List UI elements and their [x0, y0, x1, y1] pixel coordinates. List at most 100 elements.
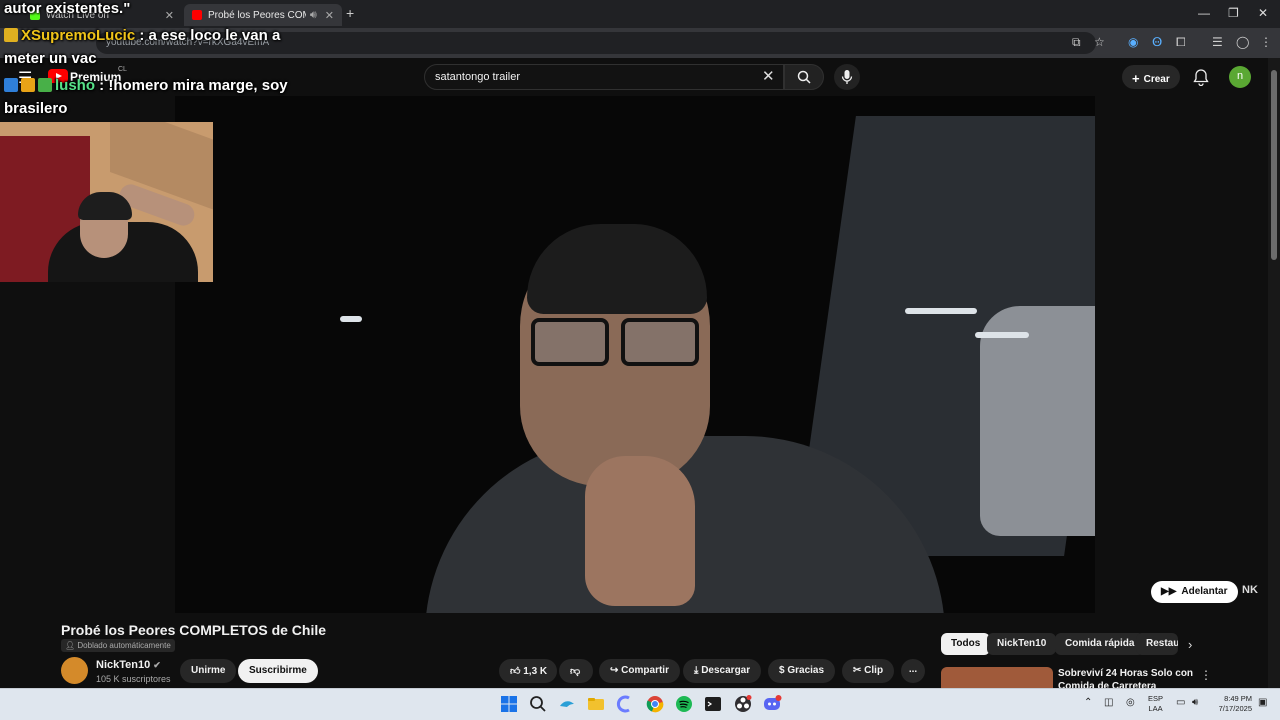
notifications-bell-icon[interactable]: [1193, 68, 1209, 86]
extensions-puzzle-icon[interactable]: ⧠: [1176, 35, 1186, 50]
subscriber-count: 105 K suscriptores: [96, 674, 171, 684]
subscribe-button[interactable]: Suscribirme: [238, 659, 318, 683]
chip-todos[interactable]: Todos: [941, 633, 991, 655]
translate-extension-icon[interactable]: Ꙫ: [1152, 35, 1162, 49]
dolphin-app-icon[interactable]: [557, 694, 577, 714]
dislike-button[interactable]: 👎︎: [559, 659, 593, 683]
tray-chevron-up-icon[interactable]: ⌃: [1084, 697, 1092, 708]
create-button[interactable]: + Crear: [1122, 65, 1180, 89]
tray-microphone-icon[interactable]: ◎: [1126, 697, 1135, 708]
video-frame-light: [975, 332, 1029, 338]
clear-search-icon[interactable]: ✕: [762, 67, 775, 85]
close-tab-icon[interactable]: ✕: [325, 9, 334, 22]
browser-tab-youtube[interactable]: Probé los Peores COMPLETO 🔊︎ ✕: [184, 4, 342, 26]
chip-nickten10[interactable]: NickTen10: [987, 633, 1057, 655]
close-tab-icon[interactable]: ✕: [165, 9, 174, 22]
crown-badge-icon: [4, 28, 18, 42]
browser-menu-icon[interactable]: ⋮: [1260, 35, 1272, 49]
chat-message: lusho : !homero mira marge, soy: [4, 77, 288, 94]
maximize-icon[interactable]: ❐: [1228, 6, 1239, 20]
search-button[interactable]: [784, 64, 824, 90]
notifications-icon[interactable]: ▣: [1258, 697, 1267, 708]
search-query: satantongo trailer: [435, 71, 520, 83]
join-button[interactable]: Unirme: [180, 659, 237, 683]
channel-avatar[interactable]: [61, 657, 88, 684]
video-frame-hand: [585, 456, 695, 606]
cast-icon[interactable]: ⧉: [1072, 35, 1081, 50]
share-label: Compartir: [621, 665, 669, 676]
video-frame-glasses-left: [531, 318, 609, 366]
language-code: ESP: [1148, 694, 1164, 703]
file-explorer-icon[interactable]: [586, 694, 606, 714]
keyboard-layout: LAA: [1148, 704, 1163, 713]
channel-name[interactable]: NickTen10 ✔: [96, 659, 161, 671]
clip-button[interactable]: ✂ Clip: [842, 659, 895, 683]
page-scrollbar[interactable]: [1268, 58, 1280, 688]
chrome-icon[interactable]: [645, 694, 665, 714]
bookmark-star-icon[interactable]: ☆: [1094, 35, 1105, 49]
windows-start-icon[interactable]: [499, 694, 519, 714]
create-label: Crear: [1143, 74, 1170, 85]
download-button[interactable]: ⤓ Descargar: [683, 659, 762, 683]
new-tab-button[interactable]: +: [346, 5, 354, 21]
close-window-icon[interactable]: ✕: [1258, 6, 1268, 20]
tray-gamepad-icon[interactable]: ◫: [1104, 697, 1113, 708]
account-avatar[interactable]: n: [1229, 66, 1251, 88]
video-title: Probé los Peores COMPLETOS de Chile: [61, 622, 327, 638]
chat-message-fragment: autor existentes.": [4, 0, 131, 17]
speaker-icon[interactable]: 🔊︎: [310, 9, 317, 22]
search-input[interactable]: satantongo trailer: [424, 64, 784, 90]
share-button[interactable]: ↪ Compartir: [599, 659, 680, 683]
input-language-indicator[interactable]: ESP LAA: [1148, 694, 1163, 714]
video-frame-parked-car: [980, 306, 1095, 536]
skip-ahead-button[interactable]: ▶▶ Adelantar: [1151, 581, 1238, 603]
recommended-video-menu-icon[interactable]: ⋮: [1200, 668, 1212, 682]
spotify-icon[interactable]: [674, 694, 694, 714]
scissors-icon: ✂: [853, 665, 865, 676]
country-code: CL: [118, 66, 127, 73]
clip-label: Clip: [864, 665, 884, 676]
taskbar-search-icon[interactable]: [528, 694, 548, 714]
discord-icon[interactable]: [762, 694, 782, 714]
scrollbar-thumb[interactable]: [1271, 70, 1277, 260]
thanks-button[interactable]: $ Gracias: [768, 659, 836, 683]
chat-message: XSupremoLucic : a ese loco le van a: [4, 27, 280, 44]
reading-list-icon[interactable]: ☰: [1212, 35, 1223, 49]
copilot-icon[interactable]: [615, 694, 635, 714]
video-frame-beanie: [527, 224, 707, 314]
more-actions-button[interactable]: ...: [901, 659, 925, 683]
chat-username: XSupremoLucic: [21, 27, 136, 44]
thumbs-down-icon: 👎︎: [570, 666, 581, 677]
share-icon: ↪: [610, 665, 622, 676]
recommended-video-title[interactable]: Sobreviví 24 Horas Solo con Comida de Ca…: [1058, 667, 1198, 688]
channel-name-text: NickTen10: [96, 659, 151, 671]
streamer-webcam-overlay: [0, 122, 213, 282]
channel-watermark[interactable]: NK: [1242, 584, 1258, 596]
skip-ahead-label: Adelantar: [1181, 586, 1228, 597]
video-player[interactable]: [175, 96, 1095, 613]
obs-icon[interactable]: [733, 694, 753, 714]
chip-restaurantes[interactable]: Restau: [1136, 633, 1178, 655]
chat-message-continuation: brasilero: [4, 100, 68, 117]
recommended-video-thumbnail[interactable]: [941, 667, 1053, 689]
chip-comida-rapida[interactable]: Comida rápida: [1055, 633, 1145, 655]
tray-network-icon[interactable]: ▭: [1176, 697, 1185, 708]
voice-search-button[interactable]: [834, 64, 860, 90]
terminal-icon[interactable]: [703, 694, 723, 714]
youtube-favicon-icon: [192, 10, 202, 20]
video-frame-glasses-right: [621, 318, 699, 366]
video-frame-light: [905, 308, 977, 314]
profile-icon[interactable]: ◯: [1236, 35, 1249, 49]
minimize-icon[interactable]: —: [1198, 6, 1210, 20]
chat-message-continuation: meter un vac: [4, 50, 97, 67]
taskbar-clock[interactable]: 8:49 PM 7/17/2025: [1212, 694, 1252, 714]
chevron-right-icon[interactable]: ›: [1188, 637, 1192, 652]
like-button[interactable]: 👍︎ 1,3 K: [499, 659, 557, 683]
tab-title: Probé los Peores COMPLETO: [208, 9, 306, 21]
sub-badge-icon: [21, 78, 35, 92]
plus-icon: +: [1132, 71, 1140, 86]
verified-check-icon: ✔: [153, 660, 161, 670]
dubbed-badge: 👤︎ Doblado automáticamente: [61, 639, 175, 652]
extension-icon[interactable]: ◉: [1128, 35, 1138, 49]
tray-volume-icon[interactable]: 🔊︎: [1192, 697, 1198, 708]
